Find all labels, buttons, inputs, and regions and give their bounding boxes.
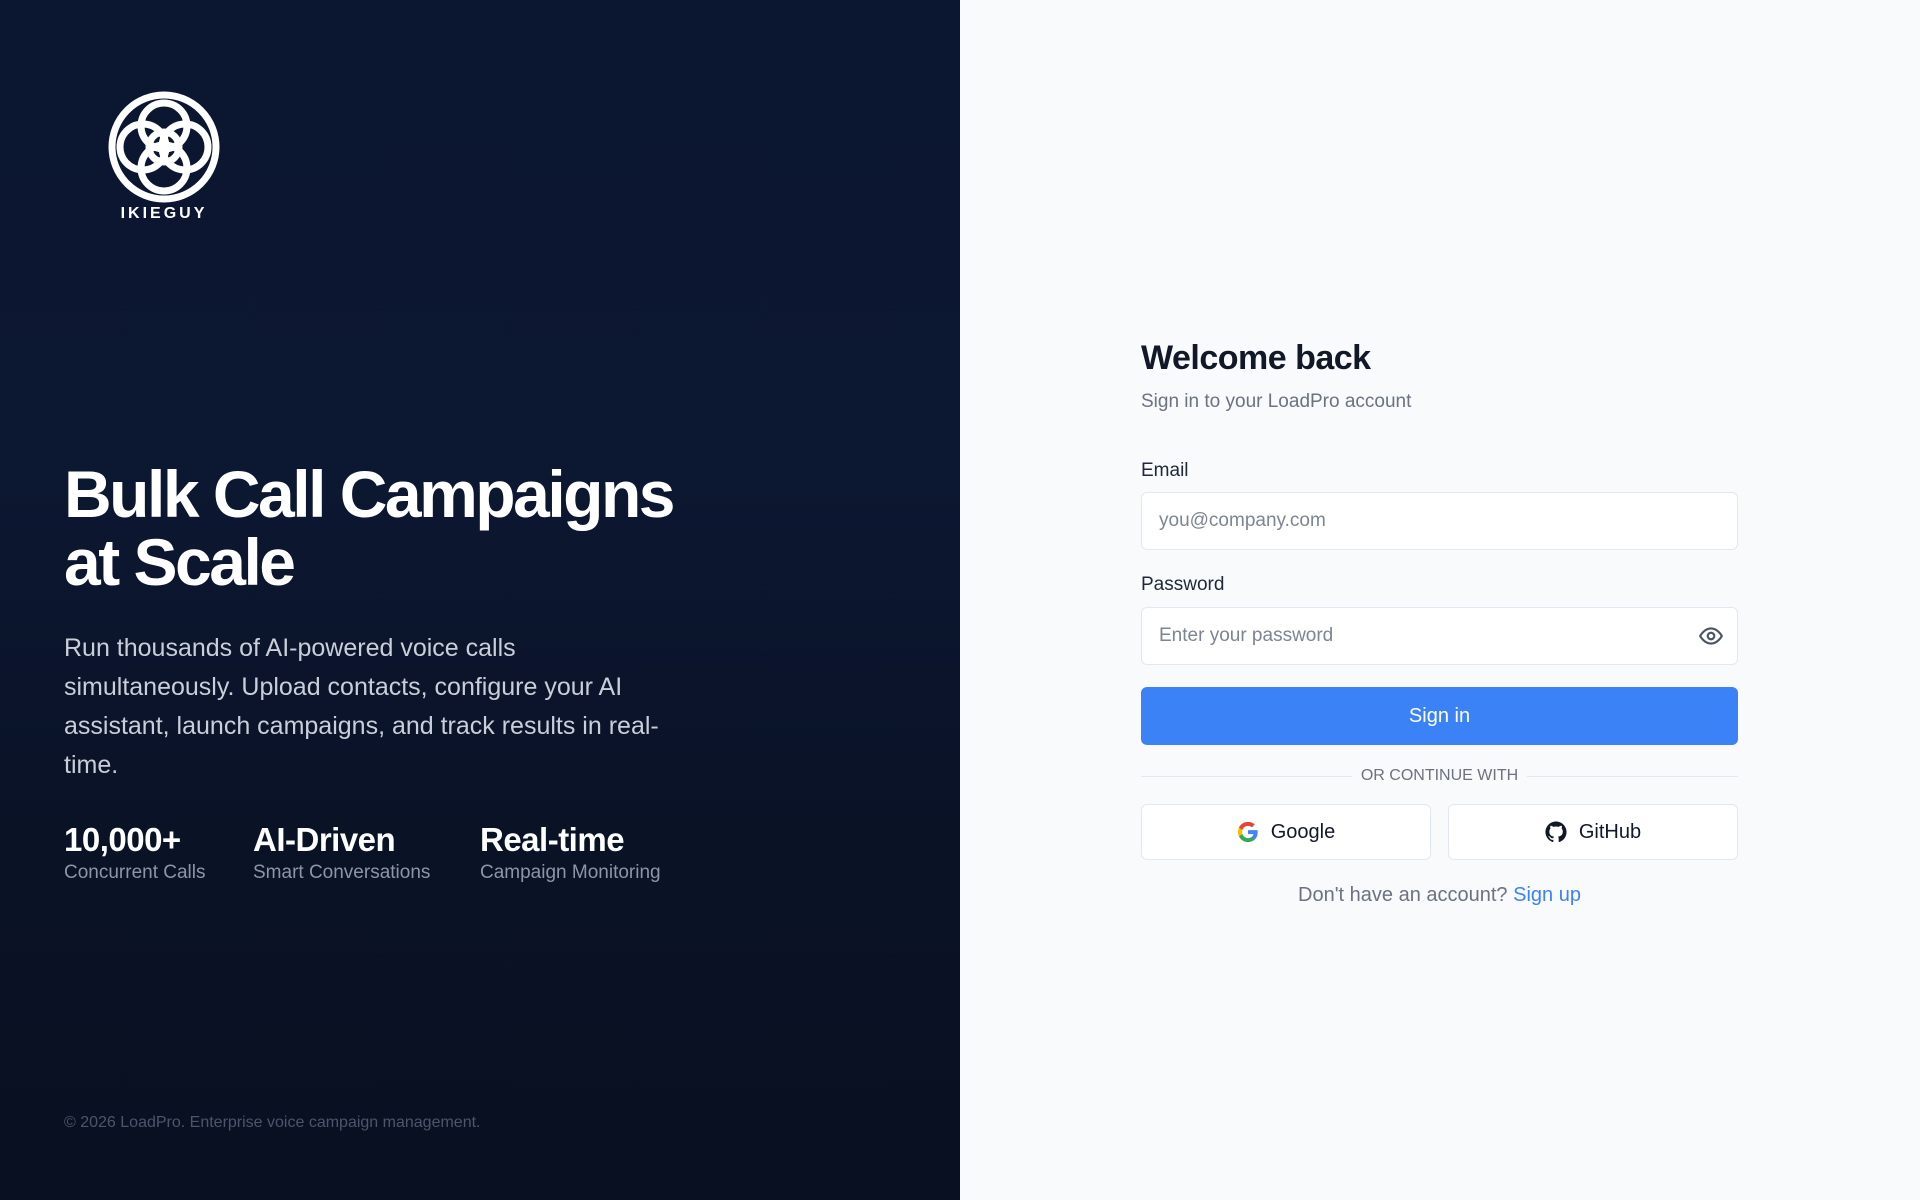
login-panel: Welcome back Sign in to your LoadPro acc… xyxy=(960,0,1920,1200)
login-form: Welcome back Sign in to your LoadPro acc… xyxy=(1141,336,1738,906)
page-subtitle: Sign in to your LoadPro account xyxy=(1141,391,1412,412)
stat-value: Real-time xyxy=(480,821,625,858)
github-button[interactable]: GitHub xyxy=(1448,804,1738,860)
stat-label: Campaign Monitoring xyxy=(480,862,661,883)
github-icon xyxy=(1545,821,1567,843)
stat-label: Smart Conversations xyxy=(253,862,431,883)
divider: OR CONTINUE WITH xyxy=(1141,766,1738,786)
hero-description: Run thousands of AI-powered voice calls … xyxy=(64,634,659,779)
signup-prompt: Don't have an account? Sign up xyxy=(1141,884,1738,907)
hero-title-line-2: at Scale xyxy=(64,525,296,599)
stat-label: Concurrent Calls xyxy=(64,862,206,883)
google-label: Google xyxy=(1270,820,1336,843)
stat-value: AI-Driven xyxy=(253,821,396,858)
divider-text: OR CONTINUE WITH xyxy=(1351,767,1528,784)
brand-logo: IKIEGUY xyxy=(106,89,222,222)
google-button[interactable]: Google xyxy=(1141,804,1431,860)
logo-text: IKIEGUY xyxy=(120,205,208,222)
eye-icon[interactable] xyxy=(1698,623,1724,649)
stat-ai-driven: AI-Driven Smart Conversations xyxy=(253,820,430,885)
brand-panel: IKIEGUY Bulk Call Campaigns at Scale Run… xyxy=(0,0,960,1200)
password-field[interactable] xyxy=(1141,607,1738,665)
email-field[interactable] xyxy=(1141,492,1738,550)
hero-title-line-1: Bulk Call Campaigns xyxy=(64,457,676,531)
stat-value: 10,000+ xyxy=(64,821,181,858)
hero-title: Bulk Call Campaigns at Scale xyxy=(64,460,764,596)
logo-icon xyxy=(108,91,220,203)
stat-real-time: Real-time Campaign Monitoring xyxy=(480,820,661,885)
github-label: GitHub xyxy=(1578,820,1642,843)
footer-copyright: © 2026 LoadPro. Enterprise voice campaig… xyxy=(64,1114,481,1131)
page-title: Welcome back xyxy=(1141,339,1371,377)
email-label: Email xyxy=(1141,460,1189,481)
password-label: Password xyxy=(1141,574,1225,595)
stat-concurrent-calls: 10,000+ Concurrent Calls xyxy=(64,820,206,885)
sign-in-button[interactable]: Sign in xyxy=(1141,687,1738,745)
divider-text-wrap: OR CONTINUE WITH xyxy=(1141,766,1738,786)
sign-up-link[interactable]: Sign up xyxy=(1513,884,1581,906)
google-icon xyxy=(1237,821,1258,843)
signup-prompt-text: Don't have an account? xyxy=(1298,884,1508,906)
